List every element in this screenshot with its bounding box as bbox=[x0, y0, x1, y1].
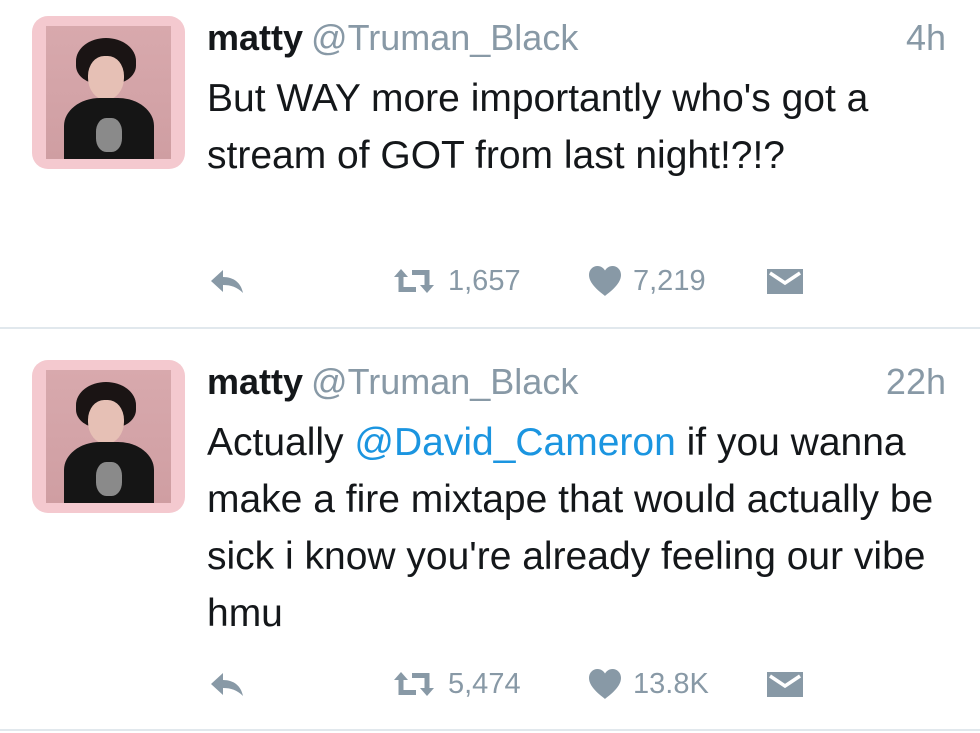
user-name[interactable]: matty bbox=[207, 17, 303, 58]
tweet[interactable]: matty @Truman_Black 4h But WAY more impor… bbox=[0, 0, 980, 328]
reply-icon bbox=[211, 673, 243, 696]
direct-message-button[interactable] bbox=[765, 664, 805, 704]
user-handle[interactable]: @Truman_Black bbox=[311, 361, 578, 402]
divider bbox=[0, 729, 980, 731]
tweet-header: matty @Truman_Black 4h bbox=[207, 16, 946, 60]
direct-message-button[interactable] bbox=[765, 261, 805, 301]
retweet-button[interactable]: 1,657 bbox=[390, 261, 521, 301]
like-count: 7,219 bbox=[633, 264, 706, 297]
envelope-icon bbox=[767, 269, 803, 294]
tweet-timestamp[interactable]: 22h bbox=[886, 360, 946, 404]
tweet-timestamp[interactable]: 4h bbox=[906, 16, 946, 60]
user-handle[interactable]: @Truman_Black bbox=[311, 17, 578, 58]
avatar-photo bbox=[46, 26, 171, 159]
retweet-icon bbox=[394, 672, 434, 696]
retweet-count: 5,474 bbox=[448, 667, 521, 700]
user-name[interactable]: matty bbox=[207, 361, 303, 402]
heart-icon bbox=[589, 266, 621, 296]
tweet-actions: 1,657 7,219 bbox=[207, 261, 827, 301]
mention-link[interactable]: @David_Cameron bbox=[354, 421, 675, 464]
heart-icon bbox=[589, 669, 621, 699]
tweet-header: matty @Truman_Black 22h bbox=[207, 360, 946, 404]
divider bbox=[0, 327, 980, 329]
retweet-icon bbox=[394, 269, 434, 293]
retweet-button[interactable]: 5,474 bbox=[390, 664, 521, 704]
retweet-count: 1,657 bbox=[448, 264, 521, 297]
envelope-icon bbox=[767, 672, 803, 697]
like-button[interactable]: 13.8K bbox=[587, 664, 709, 704]
reply-button[interactable] bbox=[207, 261, 249, 301]
tweet[interactable]: matty @Truman_Black 22h Actually @David_C… bbox=[0, 330, 980, 733]
reply-icon bbox=[211, 270, 243, 293]
like-button[interactable]: 7,219 bbox=[587, 261, 706, 301]
tweet-text: Actually @David_Cameron if you wanna mak… bbox=[207, 414, 947, 642]
tweet-text-body: But WAY more importantly who's got a str… bbox=[207, 77, 869, 177]
avatar[interactable] bbox=[32, 360, 185, 513]
like-count: 13.8K bbox=[633, 667, 709, 700]
tweet-text-start: Actually bbox=[207, 421, 355, 464]
avatar-photo bbox=[46, 370, 171, 503]
tweet-actions: 5,474 13.8K bbox=[207, 664, 827, 704]
tweet-text: But WAY more importantly who's got a str… bbox=[207, 70, 947, 184]
reply-button[interactable] bbox=[207, 664, 249, 704]
avatar[interactable] bbox=[32, 16, 185, 169]
